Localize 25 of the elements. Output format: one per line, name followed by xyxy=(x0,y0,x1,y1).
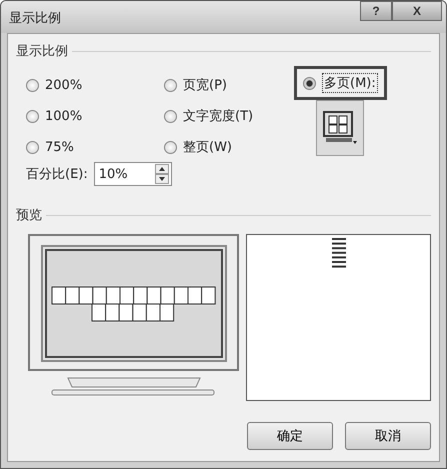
radio-icon[interactable] xyxy=(164,78,177,92)
window-title: 显示比例 xyxy=(9,10,61,27)
zoom-option[interactable]: 200% xyxy=(26,76,164,94)
dialog-button[interactable]: 确定 xyxy=(247,422,333,450)
help-button[interactable]: ? xyxy=(360,1,392,21)
pages-dropdown-button[interactable] xyxy=(316,100,364,156)
zoom-option[interactable]: 75% xyxy=(26,138,164,156)
radio-icon[interactable] xyxy=(303,76,316,90)
close-button[interactable]: X xyxy=(392,1,442,21)
percent-label: 百分比(E): xyxy=(26,166,88,183)
group-title: 显示比例 xyxy=(16,43,68,60)
radio-icon[interactable] xyxy=(164,110,177,122)
percent-spinner[interactable]: 10% xyxy=(94,162,172,186)
radio-icon[interactable] xyxy=(26,140,39,154)
zoom-option[interactable]: 整页(W) xyxy=(164,138,294,156)
radio-icon[interactable] xyxy=(164,140,177,154)
radio-icon[interactable] xyxy=(26,78,39,92)
spin-arrows-icon[interactable] xyxy=(154,164,169,184)
monitor-icon xyxy=(322,110,358,146)
zoom-option[interactable]: 页宽(P) xyxy=(164,76,294,94)
group-title: 预览 xyxy=(16,207,42,224)
zoom-option[interactable]: 文字宽度(T) xyxy=(164,107,294,125)
radio-icon[interactable] xyxy=(26,110,39,122)
dialog-button[interactable]: 取消 xyxy=(345,422,431,450)
zoom-option[interactable]: 100% xyxy=(26,107,164,125)
